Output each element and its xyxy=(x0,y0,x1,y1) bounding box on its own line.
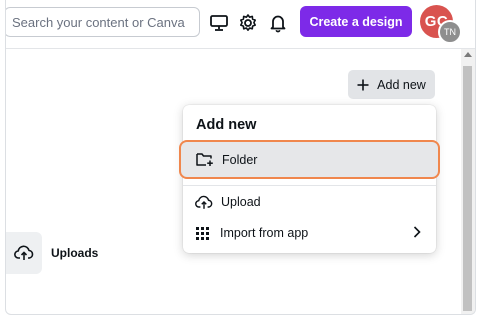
folder-label: Folder xyxy=(222,152,258,167)
team-avatar[interactable]: TN xyxy=(438,20,462,44)
add-new-button[interactable]: Add new xyxy=(348,70,435,99)
add-new-label: Add new xyxy=(377,77,426,92)
uploads-label[interactable]: Uploads xyxy=(51,246,98,260)
search-placeholder: Search your content or Canva xyxy=(12,14,185,30)
add-new-menu: Add new Folder Upload Import from app xyxy=(179,105,440,253)
team-avatar-initials: TN xyxy=(444,27,456,37)
app-window: Search your content or Canva Create a de… xyxy=(5,0,476,315)
menu-title: Add new xyxy=(196,117,257,133)
top-bar: Search your content or Canva Create a de… xyxy=(6,0,475,49)
cloud-upload-icon xyxy=(14,245,34,260)
scroll-up-arrow-icon[interactable] xyxy=(464,52,472,57)
search-input[interactable]: Search your content or Canva xyxy=(6,7,200,37)
menu-item-import-from-app[interactable]: Import from app xyxy=(183,217,436,249)
menu-item-folder[interactable]: Folder xyxy=(179,140,440,179)
cloud-upload-icon xyxy=(195,195,213,209)
create-design-button[interactable]: Create a design xyxy=(300,6,412,37)
grid-icon xyxy=(196,226,209,240)
import-from-app-label: Import from app xyxy=(220,226,309,240)
upload-label: Upload xyxy=(221,195,261,209)
plus-icon xyxy=(357,79,369,90)
menu-item-upload[interactable]: Upload xyxy=(183,186,436,218)
scrollbar-thumb[interactable] xyxy=(463,66,472,311)
monitor-icon[interactable] xyxy=(208,12,230,34)
gear-icon[interactable] xyxy=(237,12,259,34)
chevron-right-icon xyxy=(413,226,421,238)
bell-icon[interactable] xyxy=(267,12,289,34)
uploads-card[interactable] xyxy=(6,232,42,274)
folder-plus-icon xyxy=(196,153,213,166)
